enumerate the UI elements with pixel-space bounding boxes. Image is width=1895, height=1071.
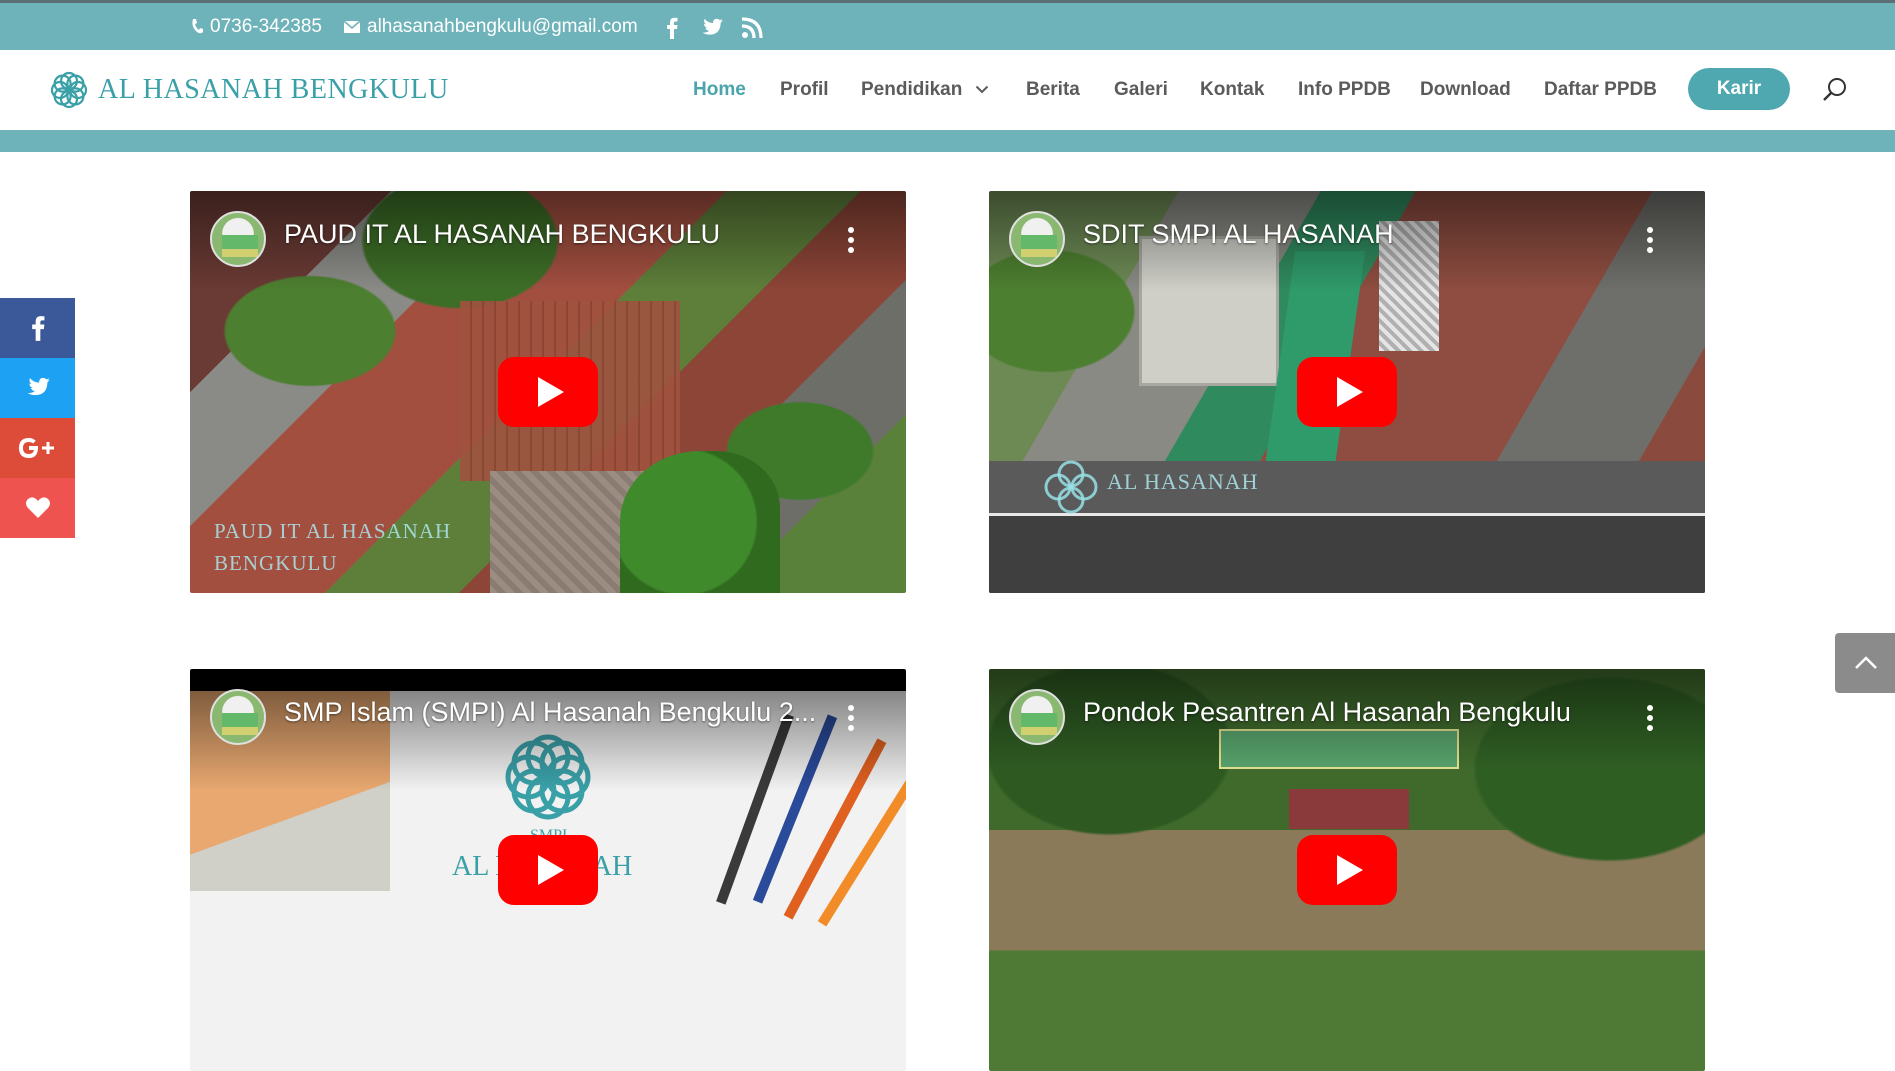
nav-daftar-ppdb[interactable]: Daftar PPDB: [1544, 79, 1657, 101]
channel-avatar[interactable]: [210, 689, 266, 745]
more-options-icon[interactable]: [1647, 705, 1653, 731]
nav-info-ppdb[interactable]: Info PPDB: [1298, 79, 1391, 101]
nav-kontak[interactable]: Kontak: [1200, 79, 1264, 101]
video-title[interactable]: SMP Islam (SMPI) Al Hasanah Bengkulu 2..…: [284, 697, 826, 728]
facebook-icon[interactable]: [660, 16, 684, 40]
video-title[interactable]: SDIT SMPI AL HASANAH: [1083, 219, 1625, 250]
video-paud[interactable]: PAUD IT AL HASANAH BENGKULU PAUD IT AL H…: [190, 191, 906, 593]
nav-galeri[interactable]: Galeri: [1114, 79, 1168, 101]
nav-berita[interactable]: Berita: [1026, 79, 1080, 101]
more-options-icon[interactable]: [1647, 227, 1653, 253]
email-address: alhasanahbengkulu@gmail.com: [367, 16, 638, 37]
chevron-up-icon: [1855, 656, 1877, 669]
karir-button[interactable]: Karir: [1688, 68, 1790, 110]
youtube-play-icon[interactable]: [498, 357, 598, 427]
nav-profil[interactable]: Profil: [780, 79, 829, 101]
header-strip: [0, 130, 1895, 152]
nav-download[interactable]: Download: [1420, 79, 1511, 101]
channel-avatar[interactable]: [1009, 689, 1065, 745]
email-contact[interactable]: alhasanahbengkulu@gmail.com: [343, 16, 638, 38]
google-plus-icon: [18, 438, 54, 458]
main-nav: Home Profil Pendidikan Berita Galeri Kon…: [0, 50, 1895, 130]
envelope-icon: [343, 20, 361, 33]
phone-number: 0736-342385: [210, 16, 322, 37]
phone-contact[interactable]: 0736-342385: [190, 16, 322, 38]
share-love-button[interactable]: [0, 478, 75, 538]
video-pondok-pesantren[interactable]: Pondok Pesantren Al Hasanah Bengkulu: [989, 669, 1705, 1071]
more-options-icon[interactable]: [848, 227, 854, 253]
channel-avatar[interactable]: [210, 211, 266, 267]
twitter-icon[interactable]: [700, 16, 724, 40]
nav-home[interactable]: Home: [693, 79, 746, 101]
rss-icon[interactable]: [740, 16, 764, 40]
youtube-play-icon[interactable]: [498, 835, 598, 905]
share-facebook-button[interactable]: [0, 298, 75, 358]
watermark-line-1: PAUD IT AL HASANAH: [214, 519, 452, 543]
twitter-icon: [27, 377, 50, 396]
tree-image: [620, 451, 780, 593]
video-title[interactable]: PAUD IT AL HASANAH BENGKULU: [284, 219, 826, 250]
nav-pendidikan[interactable]: Pendidikan: [861, 79, 962, 101]
top-bar: 0736-342385 alhasanahbengkulu@gmail.com: [0, 0, 1895, 50]
channel-avatar[interactable]: [1009, 211, 1065, 267]
red-roof-image: [1289, 789, 1409, 829]
phone-icon: [192, 19, 203, 34]
youtube-play-icon[interactable]: [1297, 357, 1397, 427]
back-to-top-button[interactable]: [1835, 633, 1895, 693]
watermark-logo-icon: [1044, 460, 1098, 514]
video-title[interactable]: Pondok Pesantren Al Hasanah Bengkulu: [1083, 697, 1625, 728]
share-google-plus-button[interactable]: [0, 418, 75, 478]
video-sdit-smpi[interactable]: SDIT SMPI AL HASANAH AL HASANAH: [989, 191, 1705, 593]
facebook-icon: [31, 316, 44, 341]
watermark-line-2: BENGKULU: [214, 551, 338, 575]
more-options-icon[interactable]: [848, 705, 854, 731]
watermark-text: AL HASANAH: [1107, 469, 1259, 494]
video-smpi[interactable]: SMPI AL HASANAH SMP Islam (SMPI) Al Hasa…: [190, 669, 906, 1071]
heart-icon: [25, 497, 50, 518]
chevron-down-icon: [975, 85, 989, 94]
youtube-play-icon[interactable]: [1297, 835, 1397, 905]
share-twitter-button[interactable]: [0, 358, 75, 418]
site-header: AL HASANAH BENGKULU Home Profil Pendidik…: [0, 50, 1895, 130]
search-icon[interactable]: [1822, 77, 1848, 103]
